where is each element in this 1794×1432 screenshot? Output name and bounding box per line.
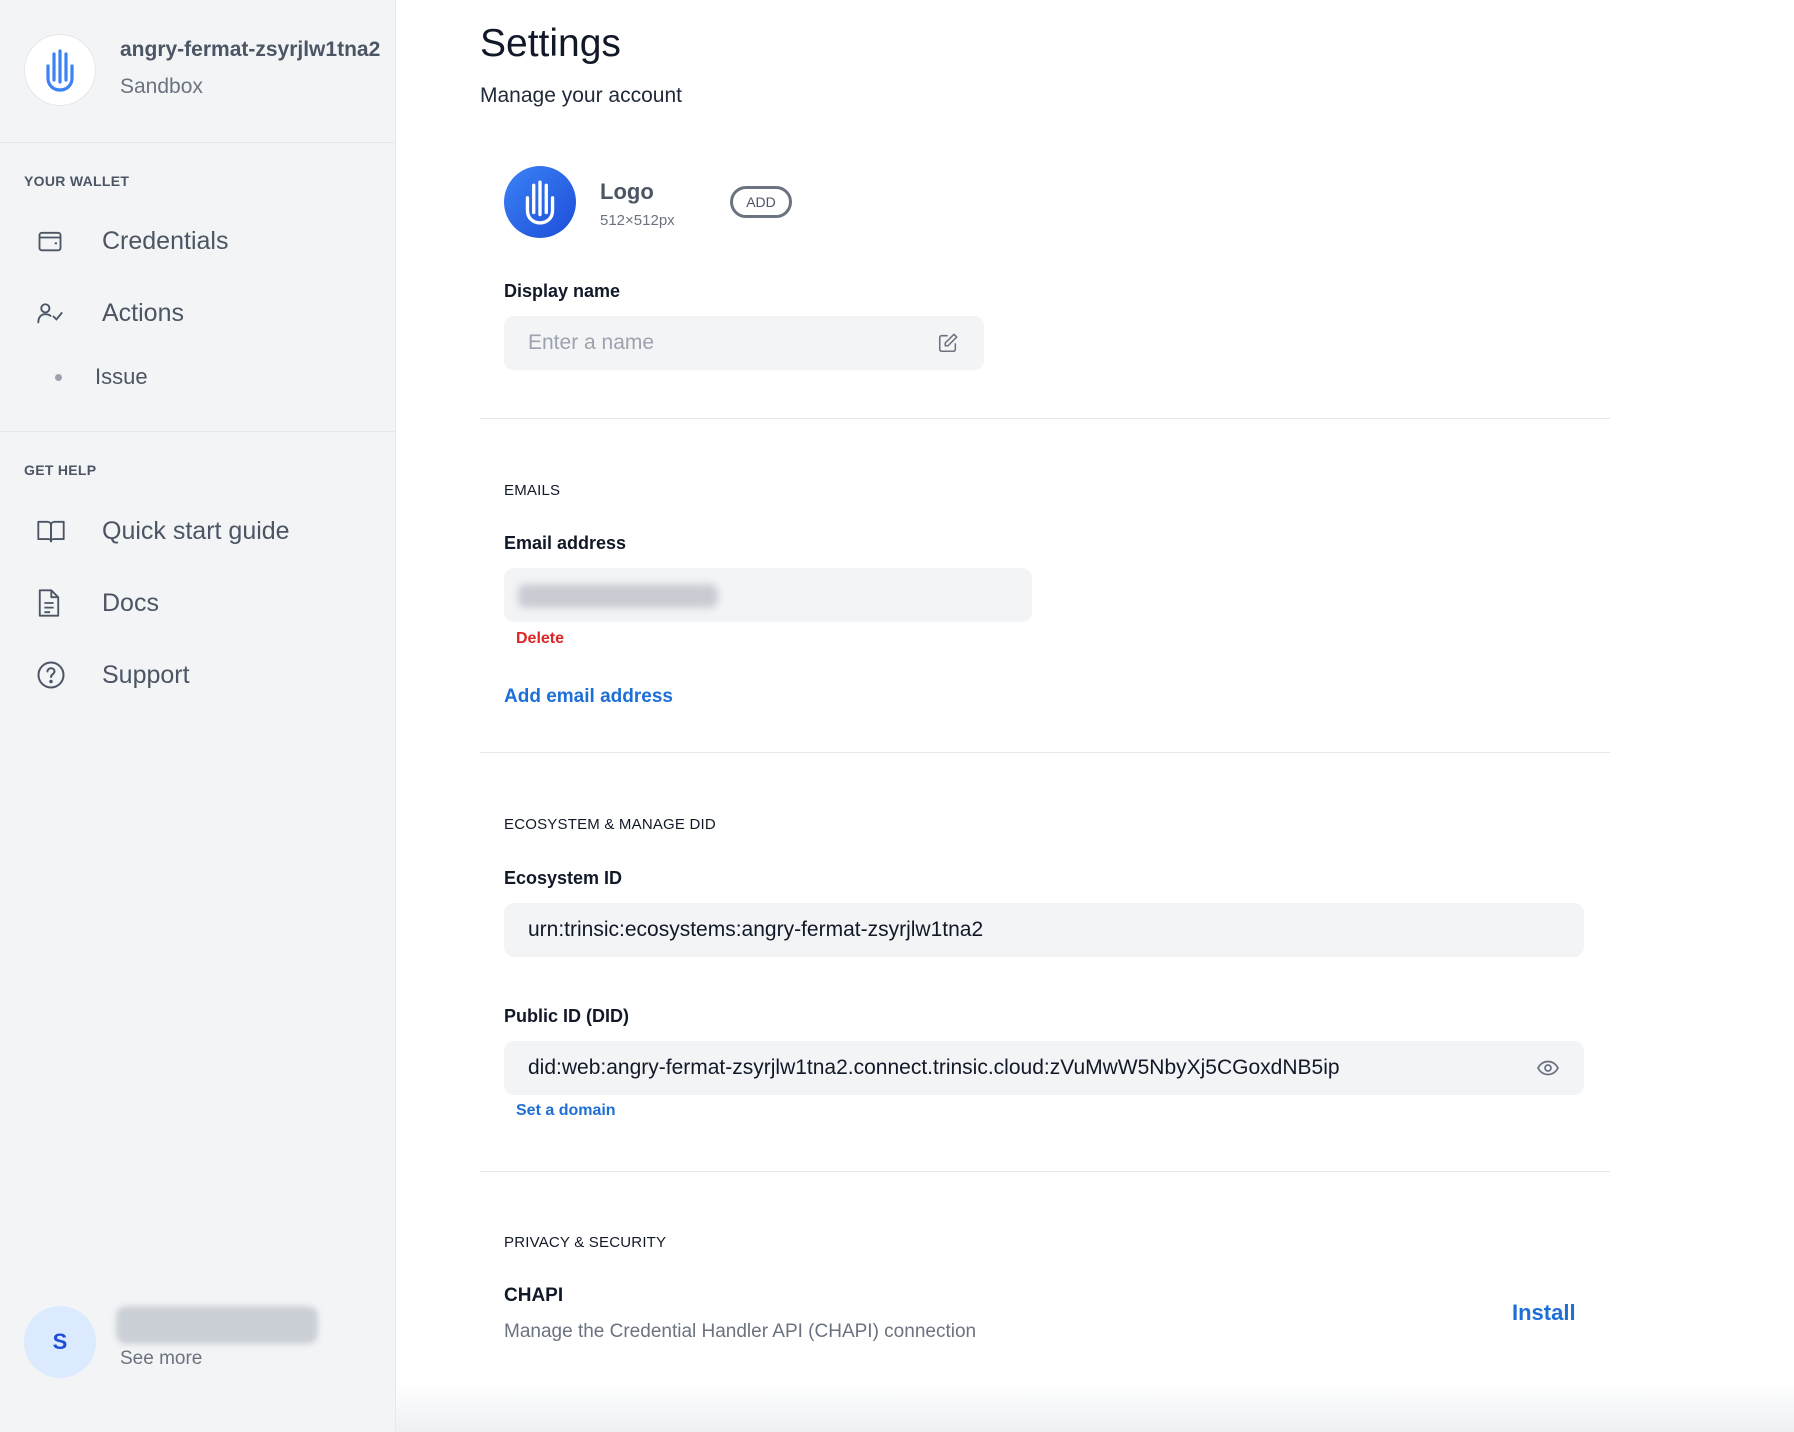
sidebar-item-label: Support	[102, 660, 190, 689]
chapi-description: Manage the Credential Handler API (CHAPI…	[504, 1321, 977, 1342]
help-section-label: GET HELP	[24, 462, 97, 478]
edit-icon[interactable]	[936, 331, 960, 355]
install-chapi-button[interactable]: Install	[1512, 1300, 1576, 1326]
sidebar-item-quick-start[interactable]: Quick start guide	[24, 503, 372, 559]
delete-email-button[interactable]: Delete	[516, 630, 564, 648]
display-name-placeholder: Enter a name	[528, 331, 655, 354]
sidebar-item-label: Quick start guide	[102, 516, 290, 545]
sidebar-item-label: Credentials	[102, 226, 229, 255]
trinsic-hand-icon	[525, 180, 555, 225]
page-title: Settings	[480, 22, 621, 65]
org-environment: Sandbox	[120, 75, 203, 98]
public-did-value: did:web:angry-fermat-zsyrjlw1tna2.connec…	[528, 1056, 1340, 1079]
document-icon	[24, 575, 78, 631]
eye-icon[interactable]	[1536, 1056, 1560, 1080]
sidebar-item-docs[interactable]: Docs	[24, 575, 372, 631]
section-divider	[480, 752, 1610, 753]
sidebar: angry-fermat-zsyrjlw1tna2 Sandbox YOUR W…	[0, 0, 396, 1432]
user-check-icon	[24, 285, 78, 341]
sidebar-item-label: Issue	[95, 364, 148, 389]
logo-title: Logo	[600, 179, 654, 204]
section-divider	[480, 418, 1610, 419]
question-circle-icon	[24, 647, 78, 703]
add-email-button[interactable]: Add email address	[504, 686, 673, 708]
chapi-title: CHAPI	[504, 1285, 564, 1306]
sidebar-divider	[0, 431, 396, 432]
wallet-section-label: YOUR WALLET	[24, 173, 130, 189]
see-more-link[interactable]: See more	[120, 1348, 202, 1370]
org-header[interactable]: angry-fermat-zsyrjlw1tna2 Sandbox	[0, 0, 396, 143]
page-subtitle: Manage your account	[480, 84, 682, 107]
ecosystem-section-title: ECOSYSTEM & MANAGE DID	[504, 816, 716, 833]
avatar[interactable]: S	[24, 1306, 96, 1378]
display-name-label: Display name	[504, 281, 621, 301]
sidebar-item-actions[interactable]: Actions	[24, 285, 372, 341]
sidebar-item-support[interactable]: Support	[24, 647, 372, 703]
sidebar-item-label: Actions	[102, 298, 184, 327]
dot-icon	[55, 373, 62, 381]
wallet-icon	[24, 213, 78, 269]
add-logo-button[interactable]: ADD	[730, 186, 792, 218]
sidebar-item-credentials[interactable]: Credentials	[24, 213, 372, 269]
sidebar-item-issue[interactable]: Issue	[55, 357, 148, 397]
ecosystem-id-label: Ecosystem ID	[504, 868, 623, 888]
display-name-input[interactable]: Enter a name	[504, 316, 984, 370]
public-did-field[interactable]: did:web:angry-fermat-zsyrjlw1tna2.connec…	[504, 1041, 1584, 1095]
ecosystem-id-field[interactable]: urn:trinsic:ecosystems:angry-fermat-zsyr…	[504, 903, 1584, 957]
emails-section-title: EMAILS	[504, 482, 561, 499]
org-name: angry-fermat-zsyrjlw1tna2	[120, 38, 381, 61]
section-divider	[480, 1171, 1610, 1172]
privacy-section-title: PRIVACY & SECURITY	[504, 1234, 667, 1251]
bottom-fade	[396, 1382, 1794, 1432]
public-id-label: Public ID (DID)	[504, 1006, 629, 1026]
logo-size: 512×512px	[600, 212, 675, 229]
email-value-redacted	[518, 584, 718, 608]
trinsic-hand-icon	[46, 49, 74, 92]
set-domain-link[interactable]: Set a domain	[516, 1102, 616, 1120]
user-email-redacted	[116, 1306, 318, 1344]
sidebar-item-label: Docs	[102, 588, 159, 617]
email-address-label: Email address	[504, 533, 627, 553]
ecosystem-logo	[504, 166, 576, 238]
ecosystem-id-value: urn:trinsic:ecosystems:angry-fermat-zsyr…	[528, 918, 984, 941]
org-logo	[24, 34, 96, 106]
book-icon	[24, 503, 78, 559]
